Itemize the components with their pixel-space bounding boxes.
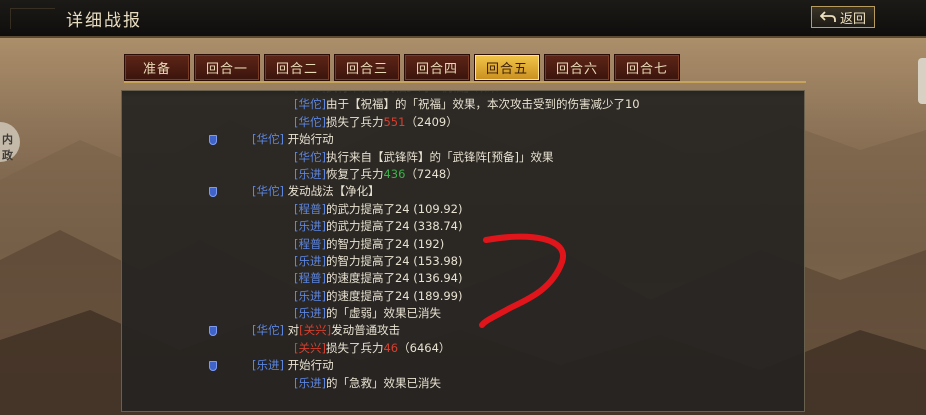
log-text: 执行来自【武锋阵】的「武锋阵[预备]」效果 — [325, 149, 554, 164]
top-bar: 详细战报 返回 — [0, 0, 926, 38]
log-line: [华佗]损失了兵力551（2409） — [122, 114, 804, 131]
general-name: [乐进] — [294, 219, 326, 234]
log-line: [乐进]的智力提高了24 (153.98) — [122, 253, 804, 270]
log-line: [程普]的速度提高了24 (136.94) — [122, 270, 804, 287]
general-name: [乐进] — [294, 375, 326, 390]
log-line: [华佗] 开始行动 — [122, 131, 804, 148]
log-line: [乐进]的速度提高了24 (189.99) — [122, 288, 804, 305]
title-ornament — [10, 8, 55, 29]
round-tabs: 准备 回合一 回合二 回合三 回合四 回合五 回合六 回合七 — [124, 54, 806, 82]
log-line: [乐进]的「急救」效果已消失 — [122, 375, 804, 392]
general-name: [程普] — [294, 201, 326, 216]
battle-log-panel[interactable]: [华佗]执行来自【祝福】的「祝福」效果[华佗]由于【祝福】的「祝福」效果，本次攻… — [121, 90, 805, 412]
log-text: 开始行动 — [283, 358, 334, 373]
general-name: [乐进] — [294, 306, 326, 321]
general-name: [华佗] — [252, 323, 284, 338]
log-text: 551 — [383, 114, 406, 129]
log-text: （2409） — [405, 114, 458, 129]
log-text: 的速度提高了24 (136.94) — [325, 271, 463, 286]
log-line: [关兴]损失了兵力46（6464） — [122, 340, 804, 357]
log-text: 发动普通攻击 — [331, 323, 401, 338]
right-edge-handle[interactable] — [918, 58, 926, 104]
general-name: [华佗] — [294, 97, 326, 112]
shield-marker-icon — [209, 187, 217, 198]
log-text: （7248） — [405, 166, 458, 181]
tab-prep[interactable]: 准备 — [124, 54, 190, 81]
side-drawer-label: 内政 — [2, 133, 13, 162]
general-name: [乐进] — [294, 288, 326, 303]
log-line: [华佗] 发动战法【净化】 — [122, 183, 804, 200]
shield-marker-icon — [209, 361, 217, 372]
log-text: 对 — [283, 323, 300, 338]
log-text: 恢复了兵力 — [325, 166, 384, 181]
log-line: [乐进] 开始行动 — [122, 357, 804, 374]
general-name: [关兴] — [299, 323, 332, 338]
log-line: [华佗] 对[关兴]发动普通攻击 — [122, 322, 804, 339]
tab-underline — [124, 81, 806, 83]
log-line: [乐进]的武力提高了24 (338.74) — [122, 218, 804, 235]
scroll-fade — [122, 91, 804, 97]
log-text: 发动战法【净化】 — [283, 184, 380, 199]
log-line: [华佗]执行来自【武锋阵】的「武锋阵[预备]」效果 — [122, 149, 804, 166]
back-button[interactable]: 返回 — [811, 6, 875, 28]
general-name: [程普] — [294, 236, 326, 251]
log-text: 的智力提高了24 (153.98) — [325, 253, 463, 268]
general-name: [华佗] — [252, 184, 284, 199]
log-line: [华佗]由于【祝福】的「祝福」效果，本次攻击受到的伤害减少了10 — [122, 96, 804, 113]
page-title: 详细战报 — [66, 11, 142, 31]
log-text: 由于【祝福】的「祝福」效果，本次攻击受到的伤害减少了10 — [325, 97, 640, 112]
battle-log: [华佗]执行来自【祝福】的「祝福」效果[华佗]由于【祝福】的「祝福」效果，本次攻… — [122, 91, 804, 392]
back-button-label: 返回 — [839, 11, 866, 27]
log-text: 的武力提高了24 (109.92) — [325, 201, 463, 216]
tab-round-1[interactable]: 回合一 — [194, 54, 260, 81]
tab-round-6[interactable]: 回合六 — [544, 54, 610, 81]
log-line: [乐进]恢复了兵力436（7248） — [122, 166, 804, 183]
general-name: [关兴] — [294, 340, 326, 355]
shield-marker-icon — [209, 135, 217, 146]
shield-marker-icon — [209, 326, 217, 337]
log-line: [程普]的智力提高了24 (192) — [122, 236, 804, 253]
log-line: [乐进]的「虚弱」效果已消失 — [122, 305, 804, 322]
general-name: [程普] — [294, 271, 326, 286]
tab-round-4[interactable]: 回合四 — [404, 54, 470, 81]
general-name: [乐进] — [294, 166, 326, 181]
log-text: 损失了兵力 — [325, 340, 384, 355]
general-name: [乐进] — [294, 253, 326, 268]
general-name: [华佗] — [252, 132, 284, 147]
tab-round-2[interactable]: 回合二 — [264, 54, 330, 81]
log-text: 开始行动 — [283, 132, 334, 147]
log-text: （6464） — [398, 340, 451, 355]
log-text: 的「急救」效果已消失 — [325, 375, 441, 390]
log-text: 的「虚弱」效果已消失 — [325, 306, 441, 321]
tab-round-5[interactable]: 回合五 — [474, 54, 540, 81]
log-text: 的武力提高了24 (338.74) — [325, 219, 463, 234]
log-text: 46 — [383, 340, 399, 355]
log-text: 损失了兵力 — [325, 114, 384, 129]
tab-round-7[interactable]: 回合七 — [614, 54, 680, 81]
log-text: 的智力提高了24 (192) — [325, 236, 445, 251]
return-arrow-icon — [819, 11, 836, 22]
general-name: [乐进] — [252, 358, 284, 373]
log-text: 436 — [383, 166, 406, 181]
log-text: 的速度提高了24 (189.99) — [325, 288, 463, 303]
general-name: [华佗] — [294, 114, 326, 129]
log-line: [程普]的武力提高了24 (109.92) — [122, 201, 804, 218]
general-name: [华佗] — [294, 149, 326, 164]
tab-round-3[interactable]: 回合三 — [334, 54, 400, 81]
